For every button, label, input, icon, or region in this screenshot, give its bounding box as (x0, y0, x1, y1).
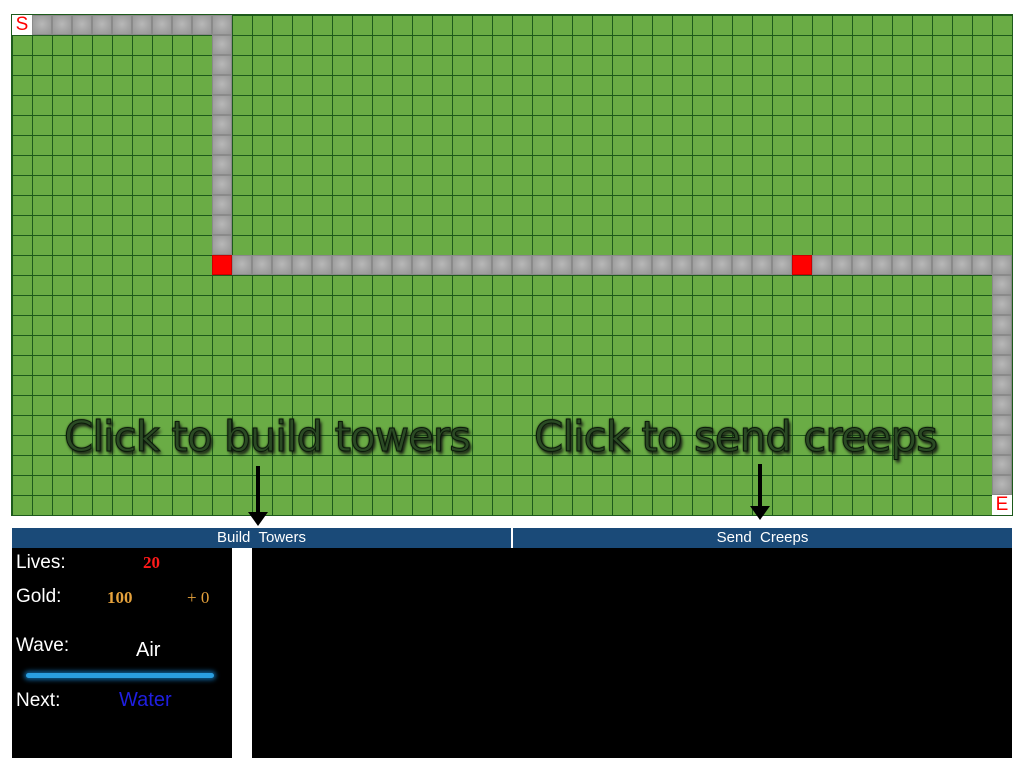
path-tile (712, 255, 732, 275)
lives-value: 20 (143, 553, 160, 572)
path-tile (292, 255, 312, 275)
path-tile (472, 255, 492, 275)
path-tile (632, 255, 652, 275)
path-tile (732, 255, 752, 275)
path-tile (212, 75, 232, 95)
action-tab-bar: Build Towers Send Creeps (12, 528, 1012, 548)
gold-label: Gold: (16, 586, 62, 607)
path-tile (372, 255, 392, 275)
path-tile (672, 255, 692, 275)
path-tile (752, 255, 772, 275)
action-content-panel[interactable] (252, 548, 1012, 758)
path-tile (512, 255, 532, 275)
path-tile (212, 115, 232, 135)
stats-panel: Lives: 20 Gold: 100 + 0 Wave: Air Next: … (12, 548, 232, 758)
path-tile (972, 255, 992, 275)
path-tile (992, 275, 1012, 295)
path-tile (132, 15, 152, 35)
path-tile (392, 255, 412, 275)
next-wave-value: Water (119, 689, 172, 711)
path-tile (212, 55, 232, 75)
path-tile (992, 455, 1012, 475)
path-tile (892, 255, 912, 275)
path-tile (352, 255, 372, 275)
path-tile (312, 255, 332, 275)
path-tile (992, 395, 1012, 415)
path-tile (992, 435, 1012, 455)
path-tile (212, 15, 232, 35)
path-tile (212, 35, 232, 55)
path-tile (232, 255, 252, 275)
path-tile (212, 135, 232, 155)
path-tile (992, 295, 1012, 315)
path-tile (332, 255, 352, 275)
path-tile (72, 15, 92, 35)
path-tile (992, 255, 1012, 275)
path-tile (872, 255, 892, 275)
path-tile (412, 255, 432, 275)
gold-value: 100 (107, 588, 133, 607)
path-tile (992, 415, 1012, 435)
path-tile (932, 255, 952, 275)
path-tile (452, 255, 472, 275)
path-tile (192, 15, 212, 35)
build-towers-hint: Click to build towers (63, 412, 471, 462)
path-tile (212, 235, 232, 255)
path-tile (152, 15, 172, 35)
next-label: Next: (16, 690, 61, 711)
tab-build-towers[interactable]: Build Towers (12, 528, 511, 548)
gold-income: + 0 (187, 588, 210, 607)
path-tile (992, 475, 1012, 495)
path-tile (652, 255, 672, 275)
path-tile (912, 255, 932, 275)
path-tile (992, 355, 1012, 375)
path-tile (252, 255, 272, 275)
path-tile (212, 155, 232, 175)
path-tile (172, 15, 192, 35)
wave-progress-bar (26, 673, 214, 678)
path-tile (212, 195, 232, 215)
path-tile (592, 255, 612, 275)
tab-send-creeps[interactable]: Send Creeps (511, 528, 1012, 548)
wave-label: Wave: (16, 635, 70, 656)
path-tile (32, 15, 52, 35)
path-tile (612, 255, 632, 275)
checkpoint-tile (212, 255, 232, 275)
path-tile (812, 255, 832, 275)
lives-label: Lives: (16, 552, 66, 573)
path-tile (432, 255, 452, 275)
path-tile (492, 255, 512, 275)
path-tile (212, 95, 232, 115)
path-tile (992, 375, 1012, 395)
end-marker: E (992, 495, 1012, 515)
path-tile (532, 255, 552, 275)
path-tile (92, 15, 112, 35)
checkpoint-tile (792, 255, 812, 275)
wave-value: Air (136, 639, 161, 661)
path-tile (992, 315, 1012, 335)
path-tile (552, 255, 572, 275)
path-tile (572, 255, 592, 275)
path-tile (852, 255, 872, 275)
path-tile (52, 15, 72, 35)
path-tile (212, 175, 232, 195)
path-tile (772, 255, 792, 275)
path-tile (992, 335, 1012, 355)
path-tile (112, 15, 132, 35)
path-tile (272, 255, 292, 275)
path-tile (952, 255, 972, 275)
path-tile (832, 255, 852, 275)
path-tile (692, 255, 712, 275)
path-tile (212, 215, 232, 235)
start-marker: S (12, 15, 32, 35)
send-creeps-hint: Click to send creeps (534, 412, 939, 462)
